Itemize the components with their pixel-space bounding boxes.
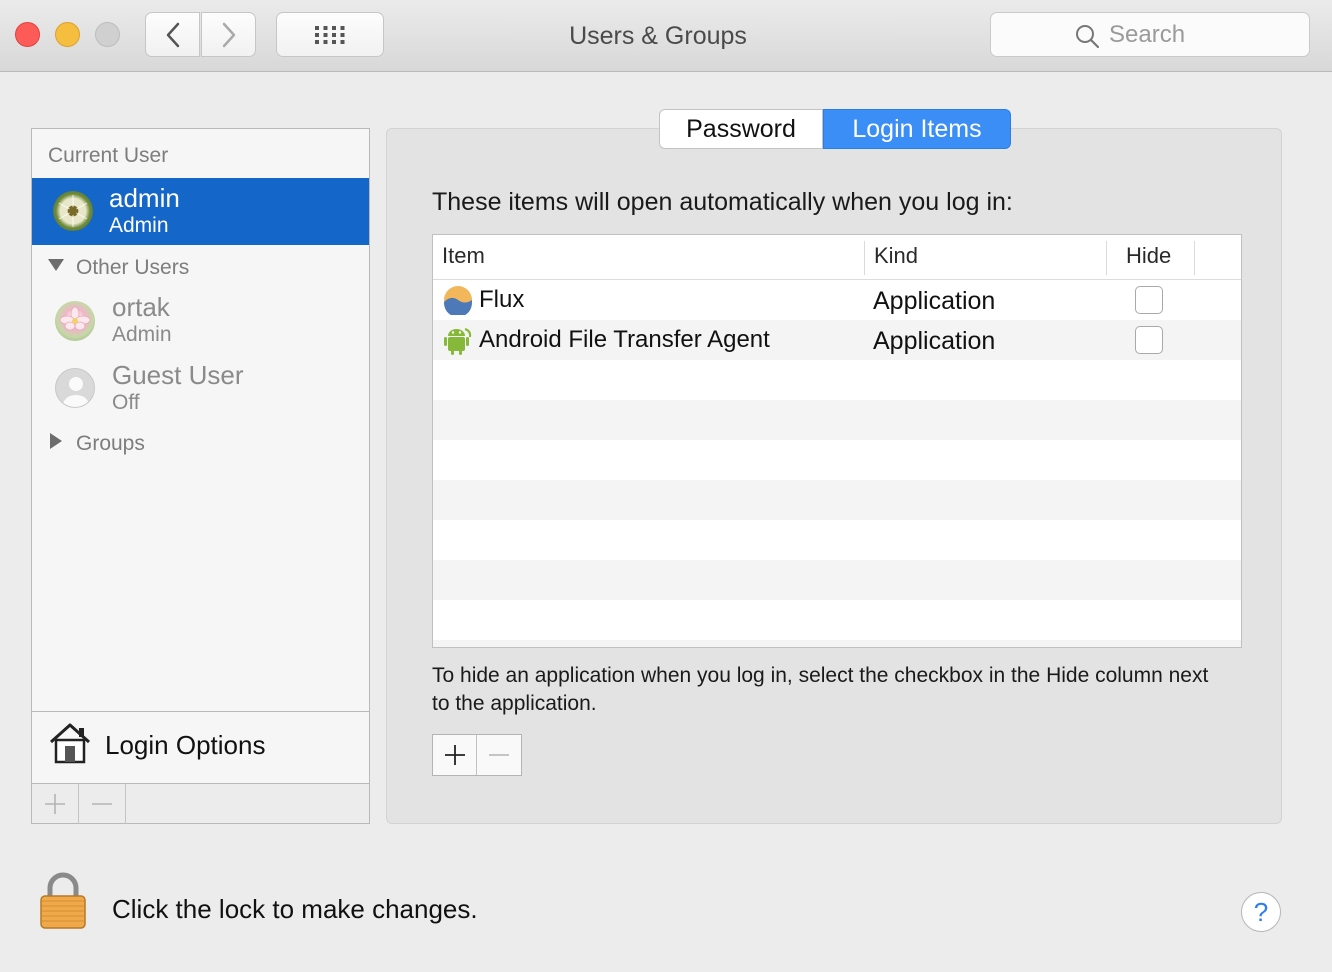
empty-row (433, 560, 1241, 600)
item-name: Flux (479, 286, 525, 313)
disclosure-open-icon[interactable] (48, 259, 64, 271)
empty-row (433, 480, 1241, 520)
search-icon (1076, 25, 1099, 48)
plus-icon (444, 745, 465, 765)
remove-login-item-button[interactable] (477, 735, 521, 775)
empty-row (433, 600, 1241, 640)
title-bar: Users & Groups (0, 0, 1332, 72)
android-icon (444, 328, 472, 355)
avatar (53, 191, 93, 231)
search-field[interactable] (990, 12, 1310, 57)
item-kind: Application (873, 327, 996, 355)
empty-row (433, 360, 1241, 400)
house-icon (49, 723, 91, 764)
avatar (55, 368, 95, 408)
login-options-label: Login Options (105, 730, 266, 760)
user-role: Admin (109, 214, 169, 237)
add-user-button[interactable] (32, 784, 79, 824)
login-items-table: Item Kind Hide Flux Application Android … (432, 234, 1242, 648)
add-login-item-button[interactable] (433, 735, 477, 775)
plus-icon (45, 794, 65, 814)
user-name: Guest User (112, 360, 244, 390)
disclosure-closed-icon[interactable] (50, 433, 62, 449)
user-list: Current User admin Admin Other Users ort… (31, 128, 370, 824)
login-options-item[interactable]: Login Options (32, 711, 369, 783)
column-divider (864, 241, 865, 275)
padlock-icon (40, 872, 86, 929)
tab-control: Password Login Items (659, 109, 1011, 149)
user-role: Off (112, 391, 140, 414)
avatar (55, 301, 95, 341)
current-user-label: Current User (48, 144, 169, 167)
login-items-toolbar (432, 734, 522, 776)
flower-icon (59, 306, 91, 331)
item-kind: Application (873, 287, 996, 315)
other-users-label: Other Users (76, 256, 190, 279)
column-divider (1194, 241, 1195, 275)
user-row-admin[interactable]: admin Admin (32, 178, 369, 245)
hide-checkbox[interactable] (1135, 286, 1163, 314)
login-items-intro: These items will open automatically when… (432, 188, 1013, 216)
empty-row (433, 520, 1241, 560)
user-row-guest-user[interactable]: Guest User Off (32, 357, 369, 423)
item-name: Android File Transfer Agent (479, 326, 770, 353)
empty-row (433, 640, 1241, 647)
table-row[interactable]: Android File Transfer Agent Application (433, 320, 1241, 360)
minus-icon (92, 803, 112, 805)
user-list-toolbar (32, 783, 369, 824)
dandelion-icon (58, 195, 88, 227)
flux-icon (444, 286, 472, 315)
groups-label[interactable]: Groups (76, 432, 145, 456)
table-row[interactable]: Flux Application (433, 280, 1241, 320)
column-header-item[interactable]: Item (442, 243, 485, 269)
search-input[interactable] (1109, 21, 1299, 49)
hide-hint-text: To hide an application when you log in, … (432, 664, 1209, 715)
help-button[interactable]: ? (1241, 892, 1281, 932)
tab-password[interactable]: Password (659, 109, 823, 149)
empty-row (433, 400, 1241, 440)
remove-user-button[interactable] (79, 784, 126, 824)
table-header: Item Kind Hide (433, 235, 1241, 280)
lock-message: Click the lock to make changes. (112, 894, 478, 924)
column-header-kind[interactable]: Kind (874, 243, 918, 269)
column-divider (1106, 241, 1107, 275)
lock-button[interactable] (38, 872, 88, 935)
tab-login-items[interactable]: Login Items (823, 109, 1011, 149)
empty-row (433, 440, 1241, 480)
user-name: admin (109, 183, 180, 213)
hide-checkbox[interactable] (1135, 326, 1163, 354)
column-header-hide[interactable]: Hide (1126, 243, 1171, 269)
user-row-ortak[interactable]: ortak Admin (32, 289, 369, 355)
minus-icon (489, 754, 509, 756)
person-silhouette-icon (63, 377, 89, 407)
user-role: Admin (112, 323, 172, 346)
toolbar-divider (126, 784, 127, 824)
user-name: ortak (112, 292, 170, 322)
